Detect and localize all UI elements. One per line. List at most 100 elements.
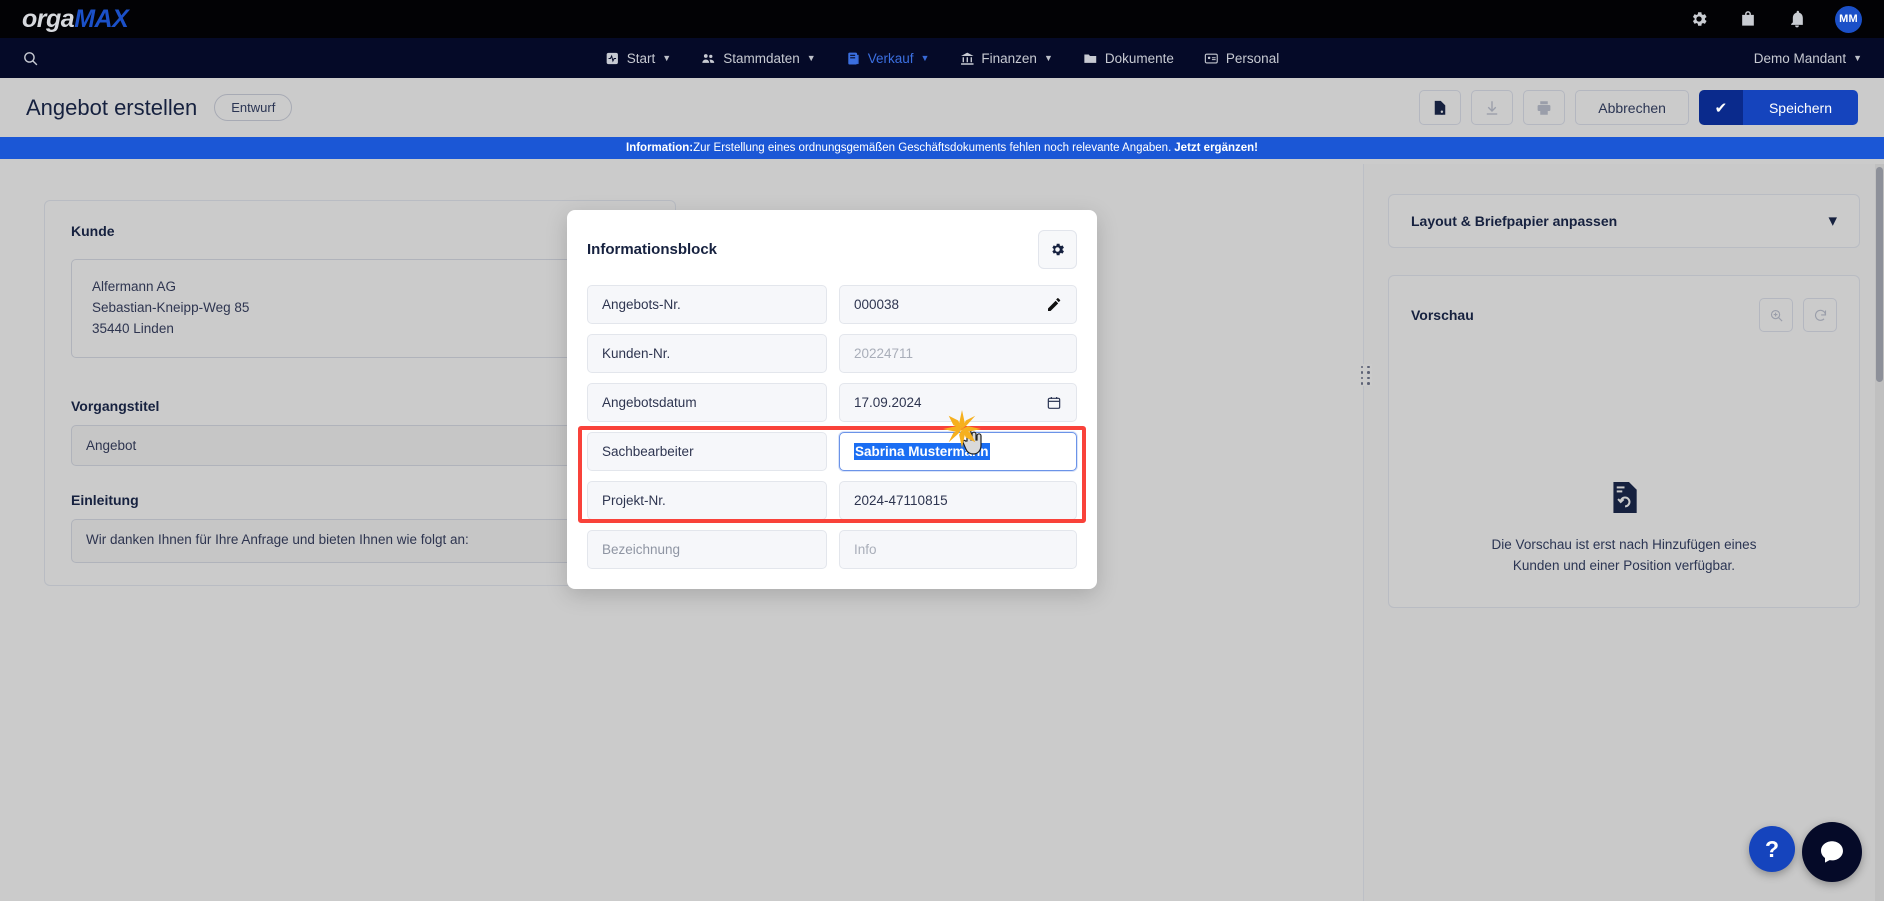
tenant-label: Demo Mandant: [1753, 50, 1847, 66]
search-icon[interactable]: [22, 50, 39, 67]
einleitung-row: Wir danken Ihnen für Ihre Anfrage und bi…: [71, 518, 649, 563]
table-row: Angebotsdatum 17.09.2024: [587, 383, 1077, 422]
preview-panel-actions: [1759, 298, 1837, 332]
sachbearbeiter-selected-text: Sabrina Mustermann: [854, 443, 990, 460]
vorgangstitel-label: Vorgangstitel: [71, 397, 160, 414]
preview-empty-line-2: Kunden und einer Position verfügbar.: [1512, 557, 1736, 573]
field-label-angebotsdatum: Angebotsdatum: [587, 383, 827, 422]
chat-icon: [1821, 841, 1843, 863]
field-label-bezeichnung: Bezeichnung: [587, 530, 827, 569]
bell-icon[interactable]: [1786, 8, 1808, 30]
shopping-bag-icon[interactable]: [1737, 8, 1759, 30]
handle-dot: [1360, 382, 1363, 385]
save-button[interactable]: ✔ Speichern: [1698, 90, 1858, 125]
field-label-sachbearbeiter: Sachbearbeiter: [587, 432, 827, 471]
scrollbar-track[interactable]: [1875, 164, 1884, 901]
field-value-angebots-nr[interactable]: 000038: [839, 285, 1077, 324]
zoom-in-icon[interactable]: [1759, 298, 1793, 332]
chat-button[interactable]: [1802, 822, 1862, 882]
handle-dot: [1360, 371, 1363, 374]
kunde-label: Kunde: [71, 223, 115, 239]
header-actions: Abbrechen ✔ Speichern: [1419, 90, 1858, 125]
people-icon: [701, 51, 716, 66]
info-banner-link[interactable]: Jetzt ergänzen!: [1174, 142, 1258, 154]
handle-dot: [1360, 376, 1363, 379]
kunde-address-line-1: Alfermann AG: [92, 279, 177, 294]
vorgangstitel-input[interactable]: Angebot: [71, 424, 649, 466]
pencil-icon[interactable]: [1046, 297, 1062, 313]
document-preview-icon[interactable]: [1419, 90, 1462, 125]
field-value-kunden-nr[interactable]: 20224711: [839, 334, 1077, 373]
avatar[interactable]: MM: [1835, 5, 1862, 33]
field-value-info[interactable]: Info: [839, 530, 1077, 569]
help-button[interactable]: ?: [1749, 826, 1795, 872]
handle-dot: [1367, 371, 1370, 374]
table-row: Projekt-Nr. 2024-47110815: [587, 481, 1077, 520]
left-pane: Kunde Alfermann AG Sebastian-Kneipp-Weg …: [0, 164, 1372, 901]
handle-dot: [1367, 382, 1370, 385]
table-row: Bezeichnung Info: [587, 530, 1077, 569]
chevron-down-icon: ▼: [662, 53, 672, 63]
scrollbar-thumb[interactable]: [1876, 167, 1883, 382]
nav-label-stammdaten: Stammdaten: [723, 50, 800, 66]
logo-text-orga: orga: [22, 4, 75, 33]
nav-item-dokumente[interactable]: Dokumente: [1083, 51, 1174, 66]
sachbearbeiter-input[interactable]: Sabrina Mustermann: [839, 432, 1077, 471]
info-banner-message: Zur Erstellung eines ordnungsgemäßen Ges…: [693, 142, 1172, 154]
layout-panel-header[interactable]: Layout & Briefpapier anpassen ▾: [1388, 194, 1860, 248]
nav-item-start[interactable]: Start ▼: [605, 51, 671, 66]
logo-text-max: MAX: [74, 4, 129, 33]
info-banner-prefix: Information:: [626, 142, 694, 154]
kunde-address-line-3: 35440 Linden: [92, 320, 174, 336]
cancel-button[interactable]: Abbrechen: [1575, 90, 1689, 125]
nav-label-verkauf: Verkauf: [867, 50, 914, 66]
tenant-selector[interactable]: Demo Mandant ▼: [1754, 51, 1862, 66]
kunde-address-box[interactable]: Alfermann AG Sebastian-Kneipp-Weg 85 354…: [71, 259, 649, 358]
chevron-down-icon: ▼: [920, 53, 930, 63]
page-header: Angebot erstellen Entwurf Abbrechen ✔ Sp…: [0, 78, 1884, 137]
chevron-down-icon: ▾: [1828, 211, 1837, 230]
preview-panel: Vorschau Die Vorschau ist erst nach Hinz…: [1388, 275, 1860, 608]
nav-label-dokumente: Dokumente: [1104, 50, 1174, 66]
main-navigation: Start ▼ Stammdaten ▼ Verkauf ▼ Finanzen …: [0, 38, 1884, 78]
preview-empty-line-1: Die Vorschau ist erst nach Hinzufügen ei…: [1491, 537, 1757, 552]
field-label-projekt-nr: Projekt-Nr.: [587, 481, 827, 520]
nav-items: Start ▼ Stammdaten ▼ Verkauf ▼ Finanzen …: [605, 51, 1279, 66]
status-badge: Entwurf: [214, 94, 293, 121]
nav-item-stammdaten[interactable]: Stammdaten ▼: [701, 50, 816, 66]
top-bar-actions: MM: [1688, 5, 1862, 33]
field-label-angebots-nr: Angebots-Nr.: [587, 285, 827, 324]
print-icon[interactable]: [1523, 90, 1566, 125]
handle-dot: [1367, 376, 1370, 379]
field-value-projekt-nr[interactable]: 2024-47110815: [839, 481, 1077, 520]
informationsblock-rows: Angebots-Nr. 000038 Kunden-Nr. 20224711: [578, 285, 1086, 569]
nav-item-finanzen[interactable]: Finanzen ▼: [959, 51, 1053, 66]
pane-resize-handle[interactable]: [1358, 364, 1372, 386]
chevron-down-icon: ▼: [1853, 53, 1862, 63]
document-refresh-icon: [1411, 482, 1837, 513]
field-text-angebots-nr: 000038: [854, 297, 900, 312]
nav-label-start: Start: [626, 50, 656, 66]
nav-item-verkauf[interactable]: Verkauf ▼: [846, 50, 930, 66]
layout-panel-title: Layout & Briefpapier anpassen: [1411, 213, 1618, 229]
activity-icon: [605, 51, 620, 66]
document-icon: [846, 51, 861, 66]
app-logo[interactable]: orgaMAX: [22, 4, 129, 34]
handle-dot: [1367, 365, 1370, 368]
table-row: Angebots-Nr. 000038: [587, 285, 1077, 324]
gear-icon[interactable]: [1688, 8, 1710, 30]
table-row: Sachbearbeiter Sabrina Mustermann: [587, 432, 1077, 471]
field-value-angebotsdatum[interactable]: 17.09.2024: [839, 383, 1077, 422]
calendar-icon[interactable]: [1046, 395, 1062, 411]
nav-item-personal[interactable]: Personal: [1204, 51, 1279, 66]
gear-icon[interactable]: [1038, 230, 1077, 269]
informationsblock-header: Informationsblock: [587, 230, 1077, 269]
kunde-address-line-2: Sebastian-Kneipp-Weg 85: [92, 299, 250, 315]
page-title: Angebot erstellen: [26, 94, 198, 120]
handle-dot: [1360, 365, 1363, 368]
refresh-icon[interactable]: [1803, 298, 1837, 332]
nav-label-personal: Personal: [1225, 50, 1280, 66]
download-icon[interactable]: [1471, 90, 1514, 125]
einleitung-input[interactable]: Wir danken Ihnen für Ihre Anfrage und bi…: [71, 518, 593, 563]
chevron-down-icon: ▼: [806, 53, 816, 63]
